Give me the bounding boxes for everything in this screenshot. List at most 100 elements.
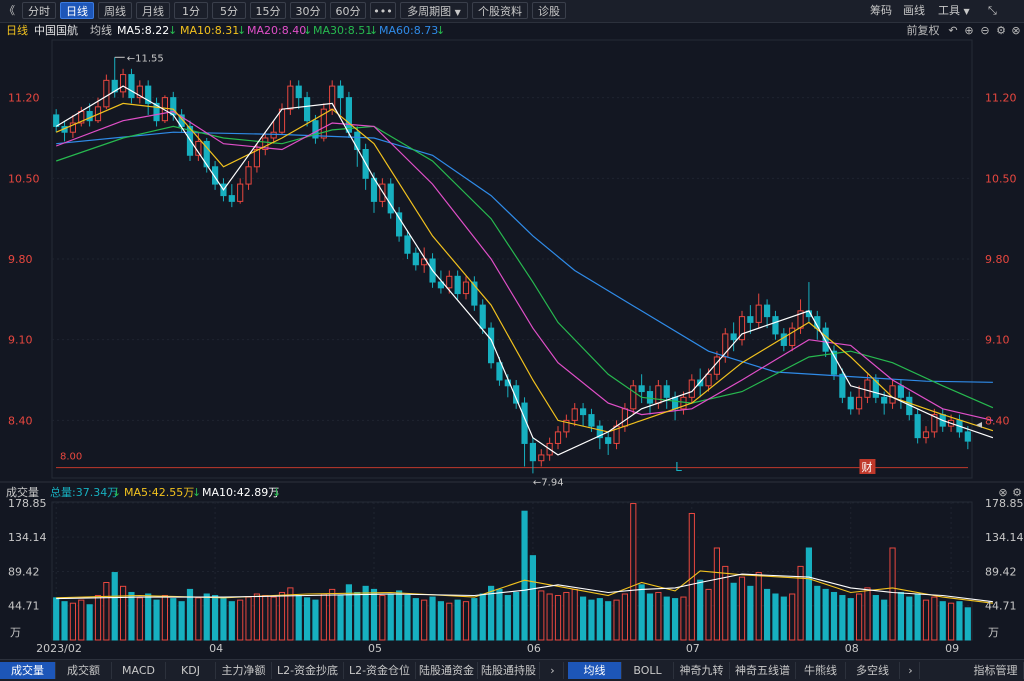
tab-macd[interactable]: MACD bbox=[112, 662, 166, 679]
price-pointer-icon bbox=[976, 422, 982, 428]
volume-bar bbox=[429, 596, 436, 641]
volume-bar bbox=[145, 593, 152, 641]
tab-l2-bottom[interactable]: L2-资金抄底 bbox=[272, 662, 344, 679]
tab-main-net[interactable]: 主力净额 bbox=[216, 662, 272, 679]
candle-body bbox=[454, 275, 461, 295]
volume-tick-right: 89.42 bbox=[985, 565, 1017, 578]
volume-bar bbox=[596, 598, 603, 641]
volume-bar bbox=[638, 584, 645, 641]
volume-bar bbox=[53, 597, 60, 641]
volume-bar bbox=[128, 591, 135, 641]
volume-tick-right: 44.71 bbox=[985, 600, 1017, 613]
volume-bar bbox=[228, 601, 235, 641]
settings-icon[interactable]: ⚙ bbox=[1011, 484, 1023, 501]
volume-bar bbox=[170, 598, 177, 641]
tab-bull-bear[interactable]: 牛熊线 bbox=[796, 662, 846, 679]
volume-bar bbox=[705, 588, 712, 641]
candle-body bbox=[412, 252, 419, 266]
volume-bar bbox=[253, 593, 261, 641]
volume-bar bbox=[86, 604, 93, 641]
volume-bar bbox=[663, 596, 670, 641]
volume-tick-right: 134.14 bbox=[985, 531, 1024, 544]
volume-bar bbox=[897, 591, 905, 641]
candle-body bbox=[638, 385, 645, 393]
kline-chart[interactable]: 11.20 11.20 10.50 10.50 9.80 9.80 9.10 9.10 8.40… bbox=[0, 0, 1024, 680]
candle-body bbox=[780, 333, 787, 346]
date-tick: 05 bbox=[368, 642, 382, 655]
volume-bar bbox=[571, 588, 578, 641]
price-tick-left: 10.50 bbox=[8, 172, 40, 185]
volume-bar bbox=[312, 599, 319, 641]
volume-bar bbox=[671, 598, 679, 641]
volume-bar bbox=[747, 585, 754, 641]
tab-hk-fund[interactable]: 陆股通资金 bbox=[416, 662, 478, 679]
candle-body bbox=[839, 373, 846, 398]
tab-indicator-manage[interactable]: 指标管理 bbox=[968, 662, 1024, 679]
volume-bar bbox=[931, 596, 938, 641]
price-tick-left: 9.80 bbox=[8, 253, 33, 266]
volume-bar bbox=[956, 601, 963, 641]
marker-L: L bbox=[675, 460, 682, 474]
close-icon[interactable]: ⊗ bbox=[996, 484, 1010, 501]
candle-body bbox=[847, 396, 854, 410]
volume-bar bbox=[320, 593, 327, 641]
volume-bar bbox=[738, 576, 746, 641]
volume-bar bbox=[337, 595, 344, 641]
candle-body bbox=[964, 431, 971, 442]
tab-nine-turn[interactable]: 神奇九转 bbox=[674, 662, 730, 679]
tab-five-line[interactable]: 神奇五线谱 bbox=[730, 662, 796, 679]
chevron-right-icon[interactable]: › bbox=[902, 662, 920, 679]
price-tick-left: 11.20 bbox=[8, 92, 40, 105]
candle-body bbox=[864, 379, 871, 398]
volume-bar bbox=[303, 597, 311, 641]
volume-bar bbox=[655, 591, 662, 641]
volume-bar bbox=[103, 582, 110, 641]
volume-bar bbox=[94, 595, 102, 641]
candle-body bbox=[705, 373, 712, 387]
candle-body bbox=[554, 431, 562, 444]
volume-bar bbox=[237, 599, 244, 641]
volume-bar bbox=[119, 585, 127, 641]
candle-body bbox=[287, 85, 294, 110]
date-tick: 06 bbox=[527, 642, 541, 655]
candle-body bbox=[103, 79, 110, 108]
tab-kdj[interactable]: KDJ bbox=[166, 662, 216, 679]
candle-body bbox=[579, 408, 587, 416]
volume-bar bbox=[521, 510, 528, 641]
tab-hk-hold[interactable]: 陆股通持股 bbox=[478, 662, 540, 679]
tab-volume[interactable]: 成交量 bbox=[0, 662, 56, 679]
volume-bar bbox=[395, 590, 403, 641]
ma60-line bbox=[56, 131, 993, 383]
price-tick-right: 11.20 bbox=[985, 92, 1017, 105]
volume-bar bbox=[379, 595, 386, 641]
volume-bar bbox=[529, 555, 537, 641]
volume-bar bbox=[889, 547, 896, 641]
date-tick: 07 bbox=[686, 642, 700, 655]
candle-body bbox=[119, 74, 127, 93]
volume-bar bbox=[805, 547, 813, 641]
volume-bar bbox=[211, 595, 219, 641]
tab-ma[interactable]: 均线 bbox=[568, 662, 622, 679]
chevron-right-icon[interactable]: › bbox=[542, 662, 564, 679]
tab-amount[interactable]: 成交额 bbox=[56, 662, 112, 679]
volume-bar bbox=[939, 601, 946, 641]
high-label: ←11.55 bbox=[127, 53, 164, 64]
volume-bar bbox=[538, 590, 545, 641]
volume-bar bbox=[245, 596, 252, 641]
candle-body bbox=[772, 316, 779, 335]
volume-bar bbox=[513, 591, 520, 641]
tab-l2-position[interactable]: L2-资金仓位 bbox=[344, 662, 416, 679]
candle-body bbox=[446, 275, 453, 289]
tab-long-short[interactable]: 多空线 bbox=[846, 662, 900, 679]
volume-bar bbox=[605, 601, 612, 641]
candle-body bbox=[881, 396, 888, 404]
candle-body bbox=[922, 431, 930, 439]
volume-bar bbox=[387, 593, 394, 641]
candle-body bbox=[462, 281, 470, 295]
volume-bar bbox=[588, 599, 595, 641]
volume-bar bbox=[563, 591, 570, 641]
volume-bar bbox=[755, 572, 762, 641]
tab-boll[interactable]: BOLL bbox=[622, 662, 674, 679]
volume-bar bbox=[830, 591, 838, 641]
date-tick: 08 bbox=[845, 642, 859, 655]
